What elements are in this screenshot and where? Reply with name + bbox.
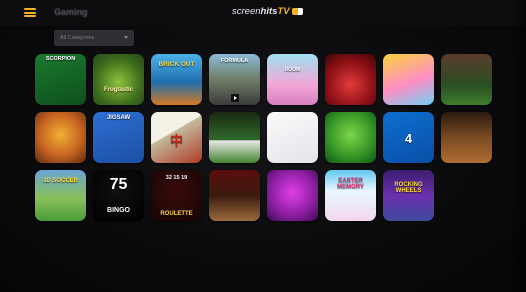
game-tile[interactable] bbox=[325, 54, 376, 105]
game-tile[interactable] bbox=[209, 170, 260, 221]
screenhits-logo[interactable]: screen hits TV bbox=[232, 6, 303, 17]
game-tile[interactable] bbox=[325, 112, 376, 163]
game-tile[interactable]: 4 bbox=[383, 112, 434, 163]
game-grid: SCORPION Frogtastic BRICK OUT FORMULA ROOM JI… bbox=[35, 54, 495, 224]
game-tile[interactable] bbox=[383, 54, 434, 105]
frog-icon bbox=[93, 54, 144, 105]
game-tile[interactable]: ROCKING WHEELS bbox=[383, 170, 434, 221]
slot-icon bbox=[267, 170, 318, 221]
brick-icon bbox=[151, 54, 202, 105]
game-tile[interactable] bbox=[35, 112, 86, 163]
logo-screen-text: screen bbox=[232, 6, 261, 17]
game-tile[interactable]: Frogtastic bbox=[93, 54, 144, 105]
duck-icon bbox=[383, 54, 434, 105]
game-tile[interactable]: FORMULA bbox=[209, 54, 260, 105]
section-title: Gaming bbox=[54, 7, 88, 17]
game-tile[interactable] bbox=[441, 54, 492, 105]
game-tile[interactable] bbox=[267, 170, 318, 221]
game-tile[interactable] bbox=[209, 112, 260, 163]
logo-hits-text: hits bbox=[260, 6, 278, 17]
game-tile[interactable] bbox=[441, 112, 492, 163]
game-tile[interactable]: 75 BINGO bbox=[93, 170, 144, 221]
cards-icon bbox=[35, 54, 86, 105]
chevron-down-icon bbox=[124, 36, 128, 39]
game-tile[interactable]: ROOM bbox=[267, 54, 318, 105]
category-dropdown-value: All Categories bbox=[60, 34, 95, 41]
game-tile[interactable]: EASTER MEMORY bbox=[325, 170, 376, 221]
room-icon bbox=[267, 54, 318, 105]
jigsaw-icon bbox=[93, 112, 144, 163]
mask-icon bbox=[35, 112, 86, 163]
play-icon bbox=[231, 94, 239, 102]
game-tile[interactable]: 3D SOCCER bbox=[35, 170, 86, 221]
roulette-icon bbox=[151, 170, 202, 221]
soccer-icon bbox=[35, 170, 86, 221]
game-tile[interactable]: JIGSAW bbox=[93, 112, 144, 163]
app-window: Gaming screen hits TV All Categories SCORP… bbox=[0, 0, 526, 292]
top-bar: Gaming screen hits TV bbox=[0, 0, 526, 26]
uno-icon bbox=[383, 112, 434, 163]
game-tile[interactable] bbox=[267, 112, 318, 163]
category-dropdown[interactable]: All Categories bbox=[54, 30, 134, 46]
logo-mark-icon bbox=[291, 8, 303, 15]
game-tile[interactable]: BRICK OUT bbox=[151, 54, 202, 105]
football-icon bbox=[441, 54, 492, 105]
menu-icon[interactable] bbox=[24, 8, 36, 17]
santa-icon bbox=[209, 170, 260, 221]
snake-icon bbox=[325, 112, 376, 163]
bingo-icon bbox=[93, 170, 144, 221]
game-tile[interactable]: SCORPION bbox=[35, 54, 86, 105]
soccer-ball-icon bbox=[325, 54, 376, 105]
wheels-icon bbox=[383, 170, 434, 221]
game-tile[interactable]: 中 bbox=[151, 112, 202, 163]
easter-icon bbox=[325, 170, 376, 221]
coloring-icon bbox=[267, 112, 318, 163]
edge-fade bbox=[510, 0, 526, 292]
logo-tv-text: TV bbox=[277, 6, 290, 17]
goal-icon bbox=[209, 112, 260, 163]
mahjong-icon bbox=[151, 112, 202, 163]
game-tile[interactable]: 32 15 19 ROULETTE bbox=[151, 170, 202, 221]
bowling-icon bbox=[441, 112, 492, 163]
